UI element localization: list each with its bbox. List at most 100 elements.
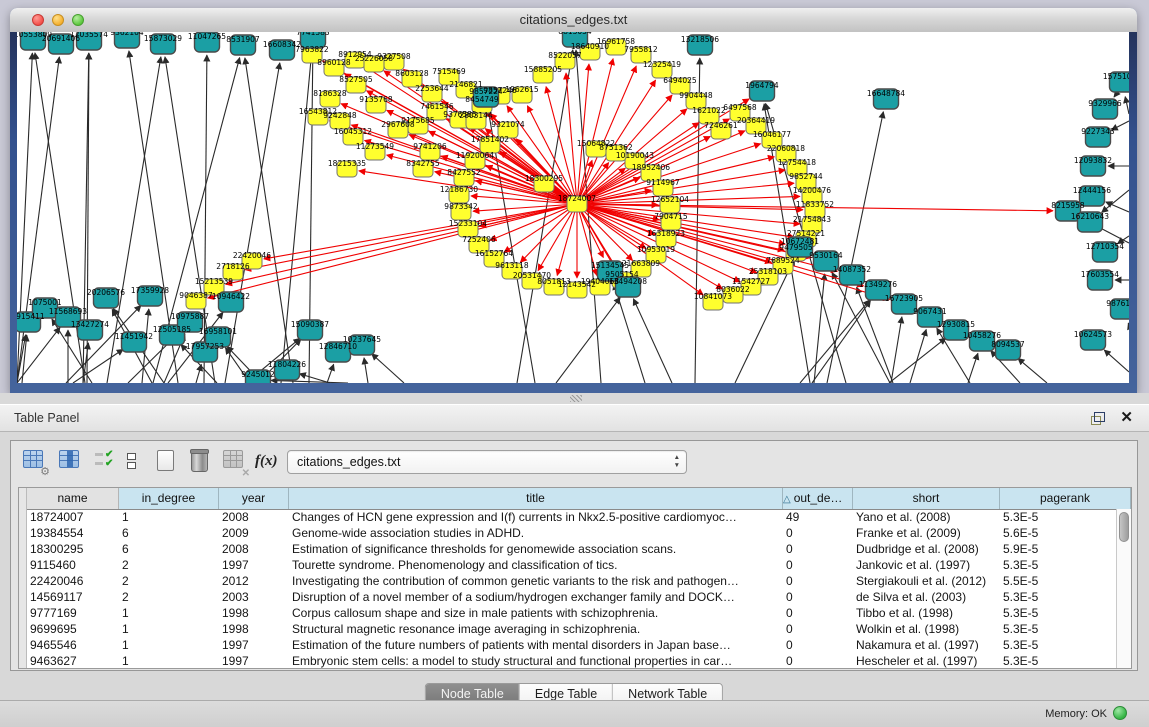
- citation-network-graph[interactable]: 7963822896012889129542522605893275088186…: [17, 32, 1129, 383]
- node-label: 16608342: [263, 40, 301, 49]
- table-settings-icon[interactable]: ⚙: [23, 450, 47, 474]
- row-gutter: [19, 573, 27, 589]
- scrollbar-thumb[interactable]: [1119, 512, 1129, 542]
- panel-divider[interactable]: [0, 393, 1149, 404]
- memory-status-label: Memory: OK: [1045, 708, 1107, 720]
- network-canvas[interactable]: 7963822896012889129542522605893275088186…: [17, 32, 1129, 383]
- node-label: 9227343: [1081, 127, 1115, 136]
- column-header-name[interactable]: name: [27, 488, 119, 509]
- node-label: 9362104: [110, 32, 144, 37]
- node-label: 10841073: [694, 292, 732, 301]
- cell: Tourette syndrome. Phenomenology and cla…: [289, 557, 783, 573]
- table-row[interactable]: 1830029562008Estimation of significance …: [19, 541, 1116, 557]
- select-all-icon[interactable]: ✔ ✔: [95, 450, 119, 474]
- node-label: 17359928: [131, 286, 169, 295]
- black-edge[interactable]: [196, 364, 201, 383]
- red-edge[interactable]: [577, 204, 811, 258]
- node-label: 11349276: [859, 280, 897, 289]
- node-label: 21754843: [793, 215, 831, 224]
- black-edge[interactable]: [17, 53, 32, 383]
- black-edge[interactable]: [372, 354, 404, 383]
- column-header-short[interactable]: short: [853, 488, 1000, 509]
- new-table-icon[interactable]: [157, 450, 181, 474]
- black-edge[interactable]: [910, 329, 926, 383]
- close-panel-icon[interactable]: ✕: [1120, 409, 1133, 427]
- column-header-year[interactable]: year: [219, 488, 289, 509]
- window-frame: 7963822896012889129542522605893275088186…: [10, 32, 1137, 393]
- table-row[interactable]: 1938455462009Genome-wide association stu…: [19, 525, 1116, 541]
- node-label: 16152764: [475, 249, 513, 258]
- node-label: 10190043: [616, 151, 654, 160]
- cell: Tibbo et al. (1998): [853, 605, 1000, 621]
- cell: 9115460: [27, 557, 119, 573]
- cell: 2008: [219, 509, 289, 525]
- memory-ok-indicator[interactable]: [1113, 706, 1127, 720]
- cell: 18724007: [27, 509, 119, 525]
- cell: 0: [783, 653, 853, 669]
- red-edge[interactable]: [538, 204, 577, 271]
- cell: Disruption of a novel member of a sodium…: [289, 589, 783, 605]
- node-label: 12444156: [1073, 186, 1111, 195]
- black-edge[interactable]: [327, 364, 334, 383]
- node-label: 22420046: [233, 251, 271, 260]
- window-titlebar[interactable]: citations_edges.txt: [10, 8, 1137, 33]
- divider-grip-handle[interactable]: [570, 395, 582, 402]
- table-row[interactable]: 946362711997Embryonic stem cells: a mode…: [19, 653, 1116, 669]
- cell: Estimation of the future numbers of pati…: [289, 637, 783, 653]
- black-edge[interactable]: [556, 297, 620, 383]
- column-header-title[interactable]: title: [289, 488, 783, 509]
- table-row[interactable]: 911546021997Tourette syndrome. Phenomeno…: [19, 557, 1116, 573]
- function-builder-icon[interactable]: f(x): [255, 452, 279, 476]
- node-label: 9114967: [646, 178, 680, 187]
- black-edge[interactable]: [633, 299, 672, 383]
- node-label: 15751074: [1103, 72, 1129, 81]
- node-label: 8527505: [339, 75, 373, 84]
- cell: Hescheler et al. (1997): [853, 653, 1000, 669]
- table-row[interactable]: 2242004622012Investigating the contribut…: [19, 573, 1116, 589]
- cell: 0: [783, 525, 853, 541]
- cell: 5.3E-5: [1000, 605, 1116, 621]
- node-label: 18300295: [525, 174, 563, 183]
- black-edge[interactable]: [1125, 97, 1129, 114]
- node-label: 9876130: [1106, 299, 1129, 308]
- table-vertical-scrollbar[interactable]: [1116, 509, 1131, 668]
- table-row[interactable]: 969969511998Structural magnetic resonanc…: [19, 621, 1116, 637]
- node-label: 8454749: [465, 95, 499, 104]
- cell: Genome-wide association studies in ADHD.: [289, 525, 783, 541]
- stacked-rows-icon[interactable]: [127, 450, 151, 477]
- black-edge[interactable]: [891, 317, 902, 383]
- cell: 5.3E-5: [1000, 509, 1116, 525]
- black-edge[interactable]: [1018, 358, 1047, 383]
- select-column-icon[interactable]: [59, 450, 83, 474]
- table-row[interactable]: 946554611997Estimation of the future num…: [19, 637, 1116, 653]
- black-edge[interactable]: [614, 283, 645, 383]
- float-panel-icon[interactable]: [1091, 412, 1105, 425]
- table-row[interactable]: 1456911722003Disruption of a novel membe…: [19, 589, 1116, 605]
- node-label: 9857224: [469, 87, 503, 96]
- node-label: 10946422: [212, 292, 250, 301]
- trash-icon[interactable]: [191, 450, 215, 474]
- table-header-row: namein_degreeyeartitle△out_de…shortpager…: [19, 488, 1131, 510]
- black-edge[interactable]: [968, 353, 978, 383]
- black-edge[interactable]: [800, 300, 870, 383]
- black-edge[interactable]: [364, 358, 368, 383]
- node-label: 10458276: [963, 331, 1001, 340]
- node-label: 16318923: [647, 229, 685, 238]
- cell: 2012: [219, 573, 289, 589]
- column-header-in_degree[interactable]: in_degree: [119, 488, 219, 509]
- node-label: 11568693: [49, 307, 87, 316]
- column-header-pagerank[interactable]: pagerank: [1000, 488, 1131, 509]
- cell: 22420046: [27, 573, 119, 589]
- node-label: 11451942: [115, 332, 153, 341]
- black-edge[interactable]: [1104, 350, 1129, 372]
- table-row[interactable]: 1872400712008Changes of HCN gene express…: [19, 509, 1116, 525]
- black-edge[interactable]: [1128, 323, 1129, 325]
- column-header-out_de[interactable]: △out_de…: [783, 488, 853, 509]
- table-row[interactable]: 977716911998Corpus callosum shape and si…: [19, 605, 1116, 621]
- black-edge[interactable]: [17, 57, 59, 383]
- black-edge[interactable]: [827, 112, 883, 383]
- table-selector-dropdown[interactable]: citations_edges.txt ▲▼: [287, 450, 687, 474]
- cell: Estimation of significance thresholds fo…: [289, 541, 783, 557]
- cell: 1997: [219, 653, 289, 669]
- black-edge[interactable]: [1106, 202, 1129, 212]
